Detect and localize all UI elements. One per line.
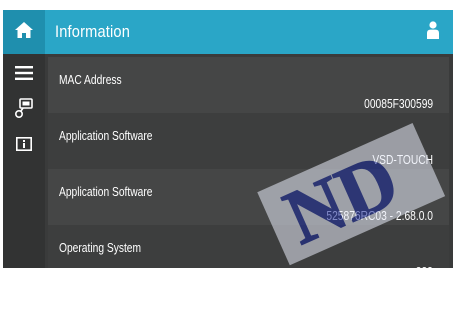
device-connect-icon xyxy=(14,97,34,124)
page-title: Information xyxy=(55,22,131,41)
user-icon xyxy=(426,20,440,45)
menu-icon xyxy=(15,65,33,85)
header-bar: Information xyxy=(3,10,453,54)
sidebar xyxy=(3,54,45,268)
row-label: Application Software xyxy=(59,185,153,199)
info-row-operating-system: Operating System 888 xyxy=(48,225,449,268)
row-label: Application Software xyxy=(59,129,153,143)
device-connect-button[interactable] xyxy=(3,92,45,128)
user-button[interactable] xyxy=(423,20,443,44)
info-icon xyxy=(16,136,32,156)
device-screen: Information MAC Address 00085F300599 App… xyxy=(3,10,453,268)
info-row-mac-address: MAC Address 00085F300599 xyxy=(48,57,449,113)
home-icon xyxy=(14,21,34,44)
home-button[interactable] xyxy=(3,10,45,54)
info-row-application-software: Application Software VSD-TOUCH xyxy=(48,113,449,169)
info-button[interactable] xyxy=(3,128,45,164)
menu-button[interactable] xyxy=(3,57,45,93)
row-value: 525876RC03 - 2.68.0.0 xyxy=(326,209,433,223)
row-label: MAC Address xyxy=(59,73,122,87)
row-label: Operating System xyxy=(59,241,142,255)
info-row-application-software-version: Application Software 525876RC03 - 2.68.0… xyxy=(48,169,449,225)
row-value: 00085F300599 xyxy=(364,97,433,111)
row-value: VSD-TOUCH xyxy=(372,153,433,167)
info-list: MAC Address 00085F300599 Application Sof… xyxy=(48,57,449,268)
